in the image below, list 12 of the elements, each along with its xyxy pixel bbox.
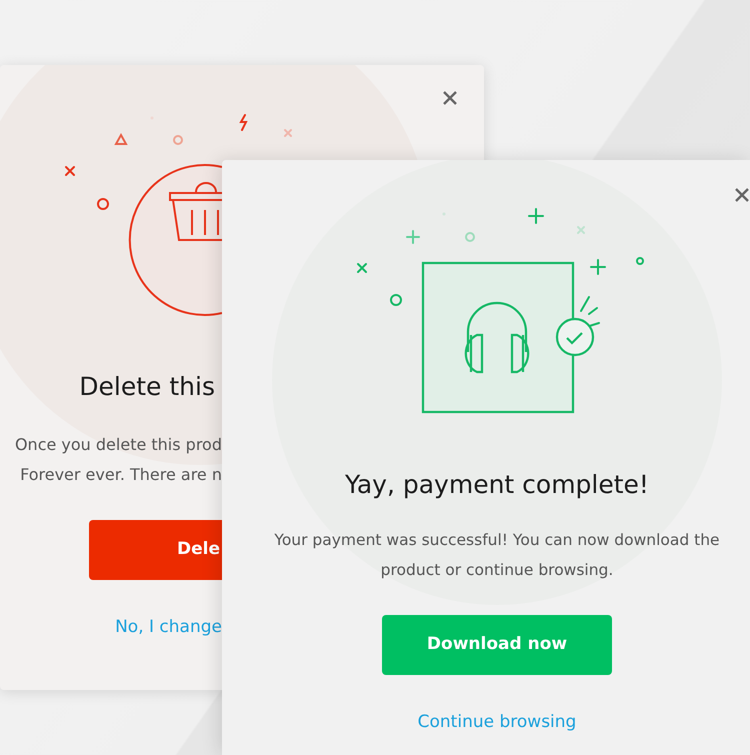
trash-icon [128,164,222,316]
cancel-link[interactable]: No, I change [115,615,222,640]
close-icon[interactable] [734,188,750,202]
message-text: Once you delete this prod [14,434,222,456]
delete-button[interactable]: Dele [89,520,222,580]
dialog-title: Yay, payment complete! [345,469,649,501]
message-text: Your payment was successful! You can now download the product or continue browsing. [273,530,721,581]
continue-link[interactable]: Continue browsing [418,710,576,736]
download-button[interactable]: Download now [382,615,612,675]
close-icon[interactable] [442,90,458,106]
message-text: Forever ever. There are n [20,464,222,486]
dialog-title: Delete this [79,371,216,403]
